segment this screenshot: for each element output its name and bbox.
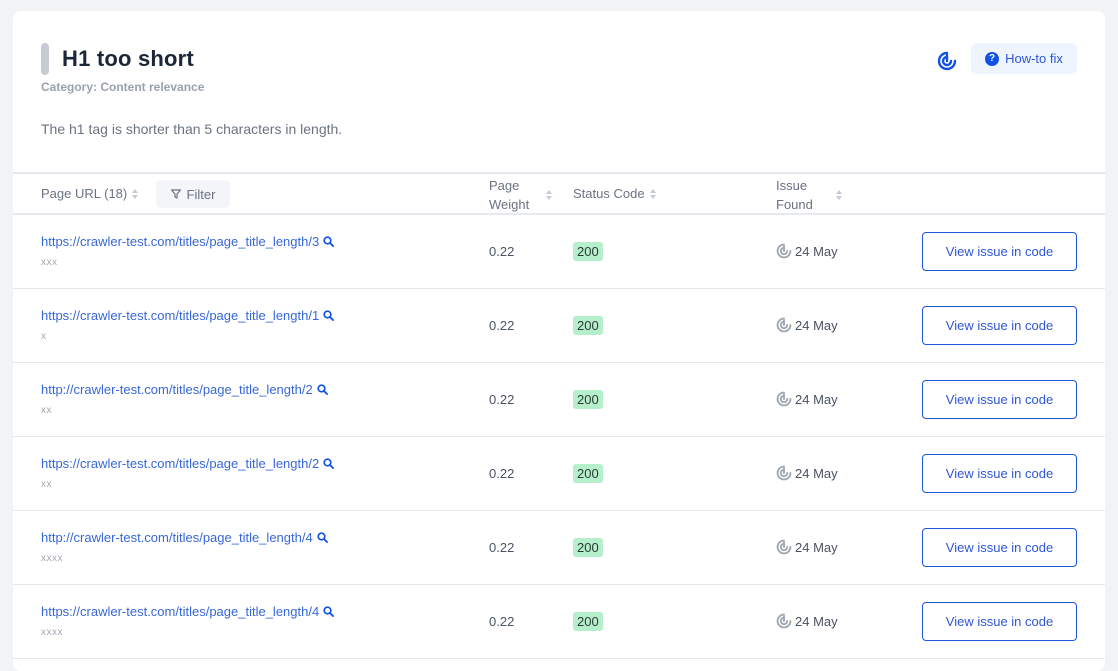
column-page-weight-line2: Weight xyxy=(489,197,530,212)
issue-title: H1 too short xyxy=(62,46,194,71)
page-url-link[interactable]: https://crawler-test.com/titles/page_tit… xyxy=(41,308,319,323)
h1-value: xx xyxy=(41,405,52,416)
page-url-link[interactable]: https://crawler-test.com/titles/page_tit… xyxy=(41,456,319,471)
page-weight: 0.22 xyxy=(489,392,515,407)
sort-icon[interactable] xyxy=(835,189,843,201)
column-page-url[interactable]: Page URL (18) xyxy=(41,186,139,201)
view-issue-in-code-button[interactable]: View issue in code xyxy=(922,528,1077,567)
sort-icon[interactable] xyxy=(649,188,657,200)
table-header: Page URL (18) Filter Page Weight Status … xyxy=(13,172,1105,215)
column-issue-found[interactable]: Issue Found xyxy=(776,176,843,214)
issue-card: H1 too short Category: Content relevance… xyxy=(13,11,1105,671)
page-url-link[interactable]: http://crawler-test.com/titles/page_titl… xyxy=(41,382,313,397)
issue-found: 24 May xyxy=(776,317,838,333)
search-icon[interactable] xyxy=(317,384,328,395)
question-icon: ? xyxy=(985,51,1000,66)
column-issue-found-line1: Issue xyxy=(776,178,808,193)
page-weight: 0.22 xyxy=(489,244,515,259)
filter-button[interactable]: Filter xyxy=(156,180,230,208)
column-issue-found-line2: Found xyxy=(776,197,813,212)
page-url-link[interactable]: https://crawler-test.com/titles/page_tit… xyxy=(41,604,319,619)
table-row: https://crawler-test.com/titles/page_tit… xyxy=(13,437,1105,511)
url-cell: https://crawler-test.com/titles/page_tit… xyxy=(41,308,335,323)
issue-found: 24 May xyxy=(776,391,838,407)
radar-icon xyxy=(776,613,792,629)
search-icon[interactable] xyxy=(323,606,335,617)
how-to-fix-label: How-to fix xyxy=(1005,51,1063,66)
url-cell: https://crawler-test.com/titles/page_tit… xyxy=(41,456,335,471)
radar-icon xyxy=(776,243,792,259)
column-status-code[interactable]: Status Code xyxy=(573,186,657,201)
issue-header: H1 too short Category: Content relevance… xyxy=(13,11,1105,172)
url-cell: http://crawler-test.com/titles/page_titl… xyxy=(41,530,328,545)
issue-found-date: 24 May xyxy=(795,613,838,629)
table-row: http://crawler-test.com/titles/page_titl… xyxy=(13,511,1105,585)
page-weight: 0.22 xyxy=(489,466,515,481)
radar-icon xyxy=(776,317,792,333)
column-page-url-label: Page URL (18) xyxy=(41,186,128,201)
filter-label: Filter xyxy=(186,186,216,202)
severity-bar xyxy=(41,43,49,75)
page-url-link[interactable]: https://crawler-test.com/titles/page_tit… xyxy=(41,234,319,249)
page-weight: 0.22 xyxy=(489,318,515,333)
issue-found: 24 May xyxy=(776,613,838,629)
search-icon[interactable] xyxy=(323,310,335,321)
page-url-link[interactable]: http://crawler-test.com/titles/page_titl… xyxy=(41,530,313,545)
table-row: https://crawler-test.com/titles/page_tit… xyxy=(13,585,1105,659)
status-badge: 200 xyxy=(573,390,603,409)
issue-found: 24 May xyxy=(776,243,838,259)
h1-value: x xyxy=(41,331,47,342)
page-weight: 0.22 xyxy=(489,540,515,555)
issue-found-date: 24 May xyxy=(795,317,838,333)
how-to-fix-button[interactable]: ? How-to fix xyxy=(971,43,1077,74)
filter-icon xyxy=(170,189,181,199)
view-issue-in-code-button[interactable]: View issue in code xyxy=(922,306,1077,345)
table-body: https://crawler-test.com/titles/page_tit… xyxy=(13,215,1105,659)
issue-found-date: 24 May xyxy=(795,243,838,259)
table-row: https://crawler-test.com/titles/page_tit… xyxy=(13,289,1105,363)
view-issue-in-code-button[interactable]: View issue in code xyxy=(922,454,1077,493)
issue-description: The h1 tag is shorter than 5 characters … xyxy=(41,121,343,137)
issue-category: Category: Content relevance xyxy=(41,80,205,94)
search-icon[interactable] xyxy=(323,236,335,247)
table-row: https://crawler-test.com/titles/page_tit… xyxy=(13,215,1105,289)
search-icon[interactable] xyxy=(317,532,328,543)
url-cell: https://crawler-test.com/titles/page_tit… xyxy=(41,234,335,249)
h1-value: xxx xyxy=(41,257,58,268)
radar-icon xyxy=(937,51,957,71)
sort-icon[interactable] xyxy=(131,188,139,200)
radar-icon xyxy=(776,539,792,555)
url-cell: http://crawler-test.com/titles/page_titl… xyxy=(41,382,328,397)
radar-icon xyxy=(776,391,792,407)
radar-icon xyxy=(776,465,792,481)
title-wrap: H1 too short xyxy=(41,43,194,75)
table-row: http://crawler-test.com/titles/page_titl… xyxy=(13,363,1105,437)
recrawl-button[interactable] xyxy=(935,49,959,73)
status-badge: 200 xyxy=(573,316,603,335)
issue-found-date: 24 May xyxy=(795,539,838,555)
column-status-code-label: Status Code xyxy=(573,186,645,201)
sort-icon[interactable] xyxy=(545,189,553,201)
status-badge: 200 xyxy=(573,242,603,261)
status-badge: 200 xyxy=(573,464,603,483)
column-issue-found-label: Issue Found xyxy=(776,176,813,214)
view-issue-in-code-button[interactable]: View issue in code xyxy=(922,232,1077,271)
url-cell: https://crawler-test.com/titles/page_tit… xyxy=(41,604,335,619)
page-weight: 0.22 xyxy=(489,614,515,629)
column-page-weight-line1: Page xyxy=(489,178,520,193)
h1-value: xxxx xyxy=(41,627,63,638)
status-badge: 200 xyxy=(573,538,603,557)
status-badge: 200 xyxy=(573,612,603,631)
issue-found: 24 May xyxy=(776,465,838,481)
view-issue-in-code-button[interactable]: View issue in code xyxy=(922,380,1077,419)
h1-value: xxxx xyxy=(41,553,63,564)
view-issue-in-code-button[interactable]: View issue in code xyxy=(922,602,1077,641)
column-page-weight-label: Page Weight xyxy=(489,176,529,214)
column-page-weight[interactable]: Page Weight xyxy=(489,176,553,214)
h1-value: xx xyxy=(41,479,52,490)
issue-found-date: 24 May xyxy=(795,391,838,407)
search-icon[interactable] xyxy=(323,458,335,469)
issue-found-date: 24 May xyxy=(795,465,838,481)
issue-found: 24 May xyxy=(776,539,838,555)
